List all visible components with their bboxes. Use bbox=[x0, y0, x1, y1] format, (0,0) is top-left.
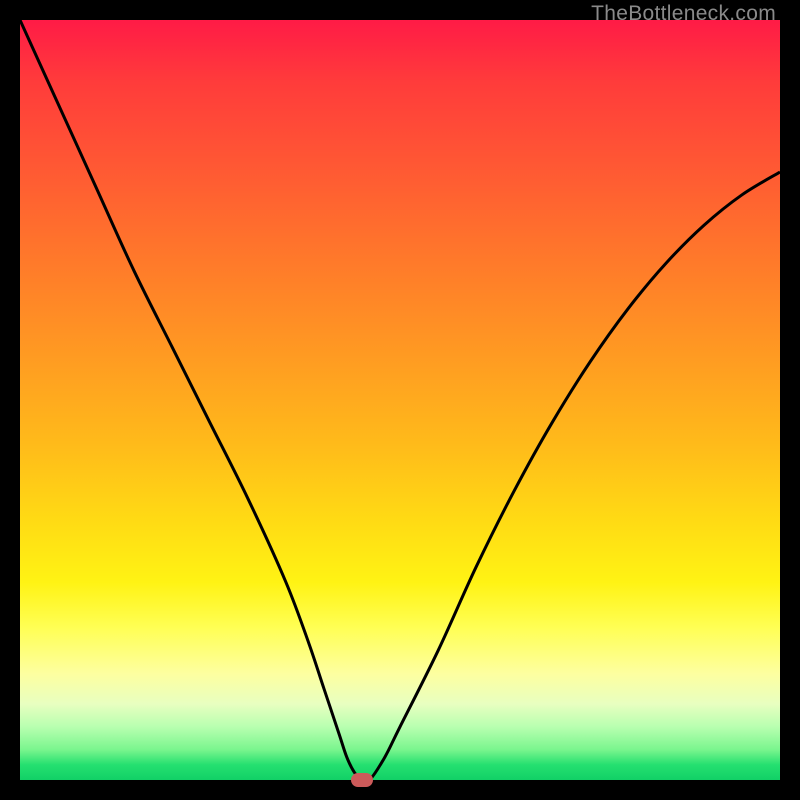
chart-frame: TheBottleneck.com bbox=[0, 0, 800, 800]
plot-area bbox=[20, 20, 780, 780]
curve-svg bbox=[20, 20, 780, 780]
optimum-marker bbox=[351, 773, 373, 787]
bottleneck-curve-path bbox=[20, 20, 780, 780]
watermark-text: TheBottleneck.com bbox=[591, 2, 776, 26]
